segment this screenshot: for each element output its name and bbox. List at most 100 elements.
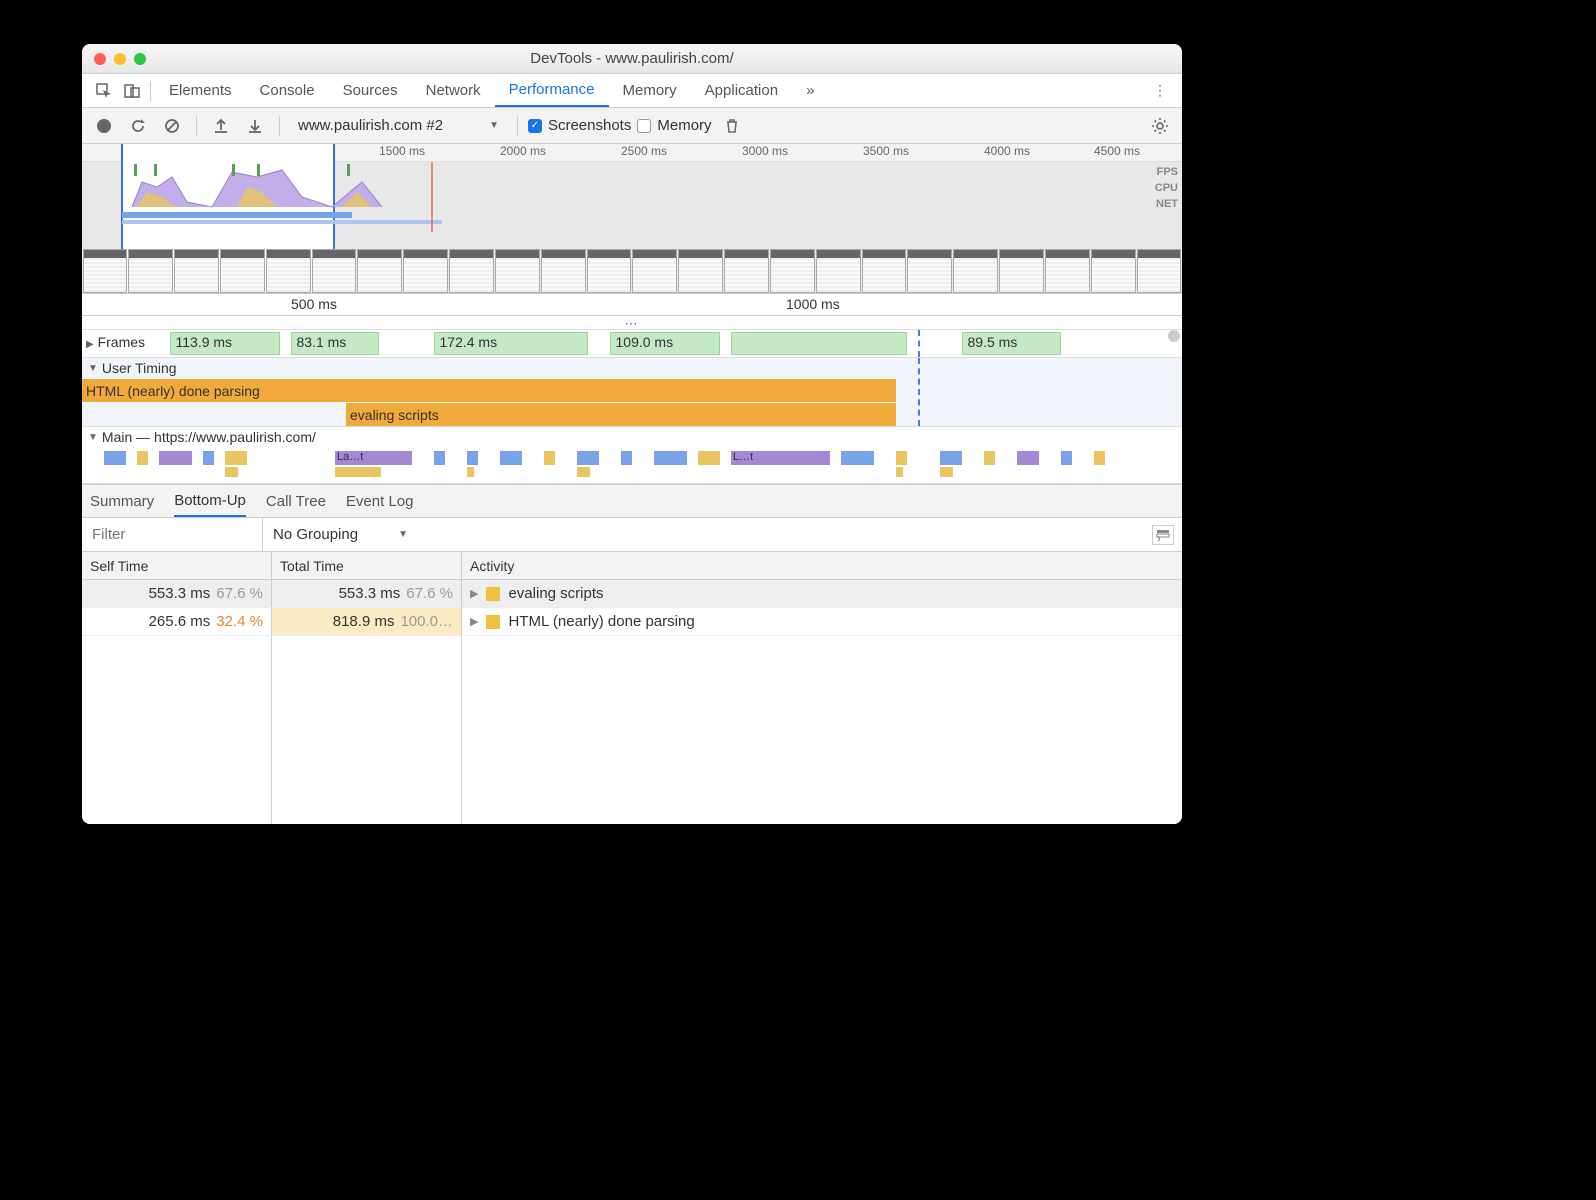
tab-performance[interactable]: Performance bbox=[495, 74, 609, 107]
panel-tabs: Elements Console Sources Network Perform… bbox=[82, 74, 1182, 108]
tab-summary[interactable]: Summary bbox=[90, 485, 154, 517]
memory-checkbox[interactable] bbox=[637, 119, 651, 133]
tab-application[interactable]: Application bbox=[691, 74, 792, 107]
flame-segment[interactable] bbox=[577, 451, 599, 465]
table-row[interactable]: 265.6 ms32.4 %818.9 ms100.0…▶HTML (nearl… bbox=[82, 608, 1182, 636]
flame-segment[interactable] bbox=[225, 467, 238, 477]
frame-label: 172.4 ms bbox=[440, 334, 498, 350]
tab-network[interactable]: Network bbox=[412, 74, 495, 107]
user-timing-bar[interactable]: HTML (nearly) done parsing bbox=[82, 378, 896, 402]
clear-icon[interactable] bbox=[158, 112, 186, 140]
tab-overflow[interactable]: » bbox=[792, 74, 828, 107]
flame-segment[interactable] bbox=[841, 451, 874, 465]
thumbnail bbox=[724, 249, 769, 293]
screenshots-checkbox[interactable]: ✓ bbox=[528, 119, 542, 133]
frame-label: 113.9 ms bbox=[176, 334, 233, 350]
reload-icon[interactable] bbox=[124, 112, 152, 140]
net-label: NET bbox=[1155, 196, 1178, 212]
trash-icon[interactable] bbox=[718, 112, 746, 140]
tab-event-log[interactable]: Event Log bbox=[346, 485, 414, 517]
tab-call-tree[interactable]: Call Tree bbox=[266, 485, 326, 517]
flame-segment[interactable] bbox=[896, 451, 907, 465]
ruler-tick: 4000 ms bbox=[984, 144, 1030, 158]
tab-sources[interactable]: Sources bbox=[329, 74, 412, 107]
recording-select[interactable]: www.paulirish.com #2 ▼ bbox=[290, 115, 507, 136]
flame-segment[interactable] bbox=[159, 451, 192, 465]
user-timing-bar[interactable]: evaling scripts bbox=[346, 402, 896, 426]
user-timing-track[interactable]: ▼ User Timing HTML (nearly) done parsing… bbox=[82, 358, 1182, 427]
bottom-up-table: Self Time Total Time Activity 553.3 ms67… bbox=[82, 552, 1182, 824]
filter-input[interactable] bbox=[82, 526, 262, 543]
expand-icon[interactable]: ▶ bbox=[470, 587, 478, 600]
frame-block[interactable] bbox=[731, 332, 907, 355]
flame-segment[interactable] bbox=[940, 467, 953, 477]
expand-icon[interactable]: ▶ bbox=[470, 615, 478, 628]
flame-segment[interactable] bbox=[104, 451, 126, 465]
thumbnail bbox=[403, 249, 448, 293]
tab-bottom-up[interactable]: Bottom-Up bbox=[174, 485, 246, 517]
more-icon[interactable]: ⋮ bbox=[1146, 77, 1174, 105]
flame-segment[interactable] bbox=[984, 451, 995, 465]
flame-segment[interactable] bbox=[896, 467, 903, 477]
col-activity[interactable]: Activity bbox=[462, 552, 1182, 579]
col-total-time[interactable]: Total Time bbox=[272, 552, 462, 579]
flame-segment[interactable] bbox=[434, 451, 445, 465]
save-profile-icon[interactable] bbox=[241, 112, 269, 140]
thumbnail bbox=[862, 249, 907, 293]
main-track[interactable]: ▼ Main — https://www.paulirish.com/ La…t… bbox=[82, 427, 1182, 484]
flame-segment[interactable]: La…t bbox=[335, 451, 412, 465]
user-timing-header[interactable]: ▼ User Timing bbox=[82, 358, 1182, 378]
flame-segment[interactable] bbox=[1017, 451, 1039, 465]
filter-row: No Grouping ▼ bbox=[82, 518, 1182, 552]
thumbnail bbox=[953, 249, 998, 293]
flame-segment[interactable] bbox=[1061, 451, 1072, 465]
tab-elements[interactable]: Elements bbox=[155, 74, 246, 107]
heaviest-stack-icon[interactable] bbox=[1152, 525, 1174, 545]
flame-segment[interactable]: L…t bbox=[731, 451, 830, 465]
flame-segment[interactable] bbox=[467, 467, 474, 477]
grouping-select[interactable]: No Grouping ▼ bbox=[262, 518, 408, 551]
tab-console[interactable]: Console bbox=[246, 74, 329, 107]
flame-segment[interactable] bbox=[1094, 451, 1105, 465]
overview-panel[interactable]: 500 ms 1000 ms 1500 ms 2000 ms 2500 ms 3… bbox=[82, 144, 1182, 294]
thumbnail bbox=[357, 249, 402, 293]
scrollbar-thumb[interactable] bbox=[1168, 330, 1180, 342]
flame-segment[interactable] bbox=[225, 451, 247, 465]
flame-segment[interactable] bbox=[577, 467, 590, 477]
main-label: Main — https://www.paulirish.com/ bbox=[102, 429, 316, 445]
flamechart-ruler[interactable]: 500 ms 1000 ms bbox=[82, 294, 1182, 316]
flame-segment[interactable] bbox=[940, 451, 962, 465]
recording-select-label: www.paulirish.com #2 bbox=[298, 117, 443, 134]
flame-segment[interactable] bbox=[500, 451, 522, 465]
col-self-time[interactable]: Self Time bbox=[82, 552, 272, 579]
flame-segment[interactable] bbox=[621, 451, 632, 465]
divider bbox=[196, 116, 197, 136]
thumbnail bbox=[83, 249, 128, 293]
record-button[interactable] bbox=[90, 112, 118, 140]
main-header[interactable]: ▼ Main — https://www.paulirish.com/ bbox=[82, 427, 1182, 447]
flame-segment[interactable] bbox=[654, 451, 687, 465]
ruler-tick: 3000 ms bbox=[742, 144, 788, 158]
tab-memory[interactable]: Memory bbox=[609, 74, 691, 107]
collapse-icon[interactable]: ▼ bbox=[88, 363, 98, 374]
inspect-icon[interactable] bbox=[90, 77, 118, 105]
flame-segment[interactable] bbox=[335, 467, 381, 477]
window-title: DevTools - www.paulirish.com/ bbox=[82, 50, 1182, 67]
flame-segment[interactable] bbox=[467, 451, 478, 465]
collapse-icon[interactable]: ▼ bbox=[88, 432, 98, 443]
flame-segment[interactable] bbox=[544, 451, 555, 465]
flame-segment[interactable] bbox=[203, 451, 214, 465]
activity-icon bbox=[486, 587, 500, 601]
thumbnail bbox=[1091, 249, 1136, 293]
flame-segment[interactable] bbox=[137, 451, 148, 465]
grouping-label: No Grouping bbox=[273, 526, 358, 543]
divider bbox=[150, 81, 151, 101]
table-row[interactable]: 553.3 ms67.6 %553.3 ms67.6 %▶evaling scr… bbox=[82, 580, 1182, 608]
flame-chart[interactable]: La…t L…t bbox=[82, 447, 1182, 483]
settings-icon[interactable] bbox=[1146, 112, 1174, 140]
collapsed-row[interactable]: ⋯ bbox=[82, 316, 1182, 330]
frames-track[interactable]: ▶ Frames 113.9 ms83.1 ms172.4 ms109.0 ms… bbox=[82, 330, 1182, 358]
load-profile-icon[interactable] bbox=[207, 112, 235, 140]
device-toggle-icon[interactable] bbox=[118, 77, 146, 105]
flame-segment[interactable] bbox=[698, 451, 720, 465]
